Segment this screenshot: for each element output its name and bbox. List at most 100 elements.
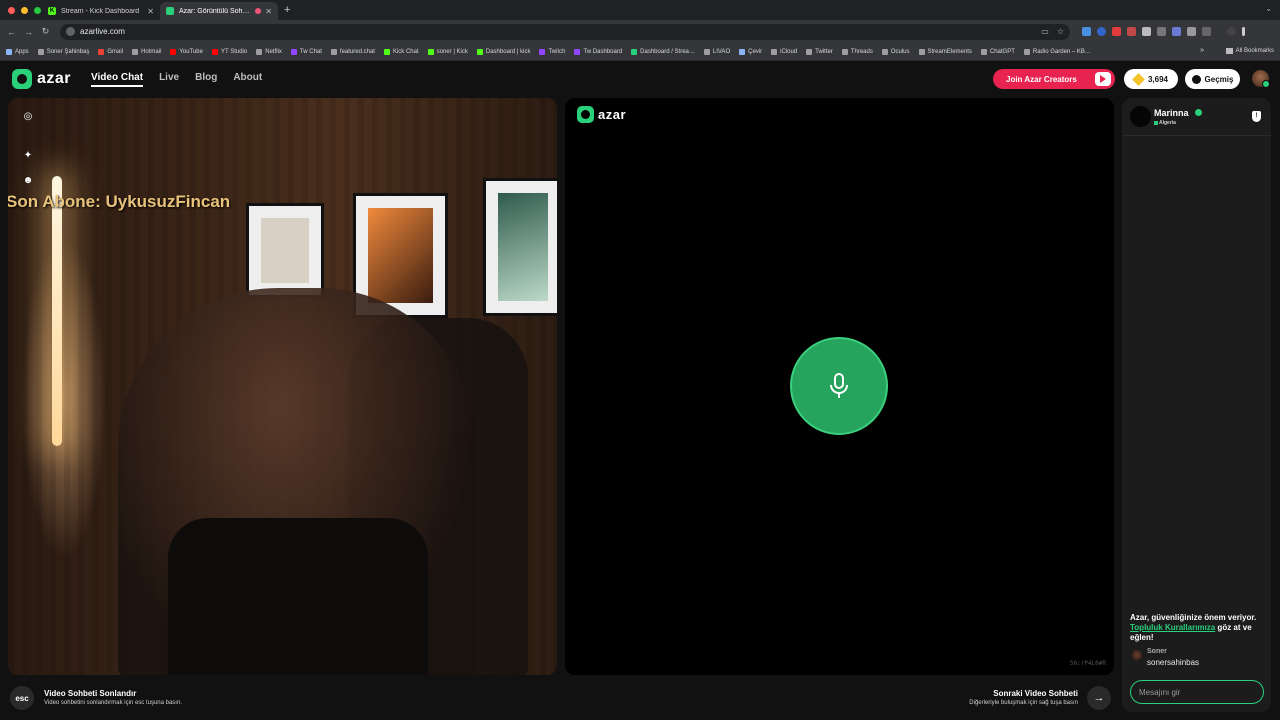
bookmark-item[interactable]: Çevir [739,48,763,55]
back-button[interactable]: ← [3,27,20,37]
bookmark-item[interactable]: Radio Garden – KB… [1023,48,1091,55]
bookmark-item[interactable]: YouTube [170,48,203,55]
reload-button[interactable]: ↻ [37,26,54,37]
bookmark-item[interactable]: Tw Dashboard [574,48,622,55]
end-chat-button[interactable]: esc [10,686,34,710]
bookmark-item[interactable]: Tw Chat [290,48,322,55]
site-info-icon[interactable] [66,27,75,36]
chat-message-input[interactable] [1130,680,1264,704]
gems-button[interactable]: 3,694 [1124,69,1178,89]
my-video-feed: ◎ ✦ ☻ Son Abone: UykusuzFincan [8,98,557,675]
maximize-window-button[interactable] [34,6,41,14]
all-bookmarks-button[interactable]: All Bookmarks [1225,48,1274,54]
bookmark-item[interactable]: Oculus [881,48,910,55]
bookmark-favicon-icon [256,48,263,55]
close-window-button[interactable] [8,6,15,14]
tab-title: Stream - Kick Dashboard [61,7,140,15]
bookmark-label: soner | Kick [436,48,468,55]
extension-icon[interactable] [1142,27,1151,36]
bookmark-item[interactable]: Netflix [256,48,282,55]
partner-country: Algeria [1159,120,1176,126]
extension-icon[interactable] [1127,27,1136,36]
watermark-text: azar [598,107,627,122]
message-avatar [1132,650,1142,660]
bookmark-item[interactable]: ChatGPT [980,48,1015,55]
bookmark-item[interactable]: Twitter [806,48,833,55]
report-shield-icon[interactable]: ! [1252,111,1261,122]
bookmark-item[interactable]: Threads [841,48,873,55]
browser-tabstrip: K Stream - Kick Dashboard ✕ Azar: Görünt… [0,0,1280,20]
bookmark-item[interactable]: Dashboard / Strea… [631,48,695,55]
new-tab-button[interactable]: + [284,4,290,16]
bookmark-item[interactable]: YT Studio [211,48,247,55]
bookmark-item[interactable]: Gmail [98,48,123,55]
recording-icon [255,8,262,14]
tab-title: Azar: Görüntülü Sohbet, Ar… [179,7,253,15]
bookmark-label: Radio Garden – KB… [1032,48,1091,55]
partner-avatar[interactable] [1130,106,1151,127]
extension-icon[interactable] [1187,27,1196,36]
close-tab-icon[interactable]: ✕ [147,7,154,16]
more-menu-icon[interactable] [1242,27,1245,36]
face-filter-icon[interactable]: ☻ [22,175,34,187]
instagram-icon[interactable]: ◎ [22,111,34,123]
bookmark-label: StreamElements [927,48,972,55]
bookmark-item[interactable]: Twitch [539,48,565,55]
bookmark-favicon-icon [37,48,44,55]
azar-logo[interactable]: azar [12,69,71,89]
close-tab-icon[interactable]: ✕ [265,7,272,16]
bookmark-item[interactable]: featured.chat [330,48,375,55]
browser-tab-kick[interactable]: K Stream - Kick Dashboard ✕ [42,2,160,20]
bookmark-item[interactable]: Kick Chat [383,48,419,55]
nav-live[interactable]: Live [159,72,179,87]
nav-blog[interactable]: Blog [195,72,217,87]
bookmark-favicon-icon [6,48,12,55]
bookmark-label: Kick Chat [392,48,419,55]
bookmark-item[interactable]: Dashboard | kick [476,48,530,55]
window-controls [0,6,42,14]
bookmark-item[interactable]: StreamElements [918,48,972,55]
profile-avatar[interactable] [1227,27,1236,36]
browser-toolbar: ← → ↻ azarlive.com ▭ ☆ [0,20,1280,43]
address-bar[interactable]: azarlive.com ▭ ☆ [60,23,1070,40]
sparkle-effects-icon[interactable]: ✦ [22,150,34,162]
extension-icon[interactable] [1172,27,1181,36]
bookmark-star-icon[interactable]: ☆ [1057,27,1064,36]
bookmark-label: LIVAO [712,48,731,55]
community-guidelines-link[interactable]: Topluluk Kurallarımıza [1130,623,1215,632]
bookmark-label: Apps [15,48,29,55]
browser-tab-azar[interactable]: Azar: Görüntülü Sohbet, Ar… ✕ [160,2,278,20]
extension-icon[interactable] [1157,27,1166,36]
bookmark-label: Çevir [748,48,763,55]
gems-count: 3,694 [1147,74,1169,84]
verified-icon [1195,109,1202,116]
folder-icon [1225,48,1233,54]
join-creators-button[interactable]: Join Azar Creators [993,69,1115,89]
minimize-window-button[interactable] [21,6,28,14]
tab-search-icon[interactable]: ⌄ [1265,4,1272,13]
nav-about[interactable]: About [233,72,262,87]
cast-icon[interactable]: ▭ [1041,27,1049,36]
bookmark-label: Tw Chat [299,48,322,55]
bookmark-item[interactable]: Hotmail [132,48,161,55]
extension-icon[interactable] [1112,27,1121,36]
bookmark-item[interactable]: Soner Şahinbaş [37,48,89,55]
my-avatar[interactable] [1252,70,1270,88]
bookmark-item[interactable]: LIVAO [703,48,731,55]
bookmark-item[interactable]: iCloud [771,48,797,55]
partner-info: Marinna Algeria ! [1122,98,1271,136]
bookmark-item[interactable]: Apps [6,48,29,55]
next-chat-button[interactable]: → [1087,686,1111,710]
microphone-button[interactable] [790,337,888,435]
puzzle-icon[interactable] [1202,27,1211,36]
extensions-bar [1082,27,1245,36]
message-text: sonersahinbas [1147,658,1200,667]
nav-video-chat[interactable]: Video Chat [91,72,144,87]
forward-button[interactable]: → [20,27,37,37]
history-button[interactable]: Geçmiş [1185,69,1240,89]
more-bookmarks-button[interactable]: » [1200,47,1204,54]
bookmark-item[interactable]: soner | Kick [427,48,468,55]
extension-icon[interactable] [1082,27,1091,36]
safety-text: Azar, güvenliğinize önem veriyor. [1130,613,1257,622]
extension-icon[interactable] [1097,27,1106,36]
